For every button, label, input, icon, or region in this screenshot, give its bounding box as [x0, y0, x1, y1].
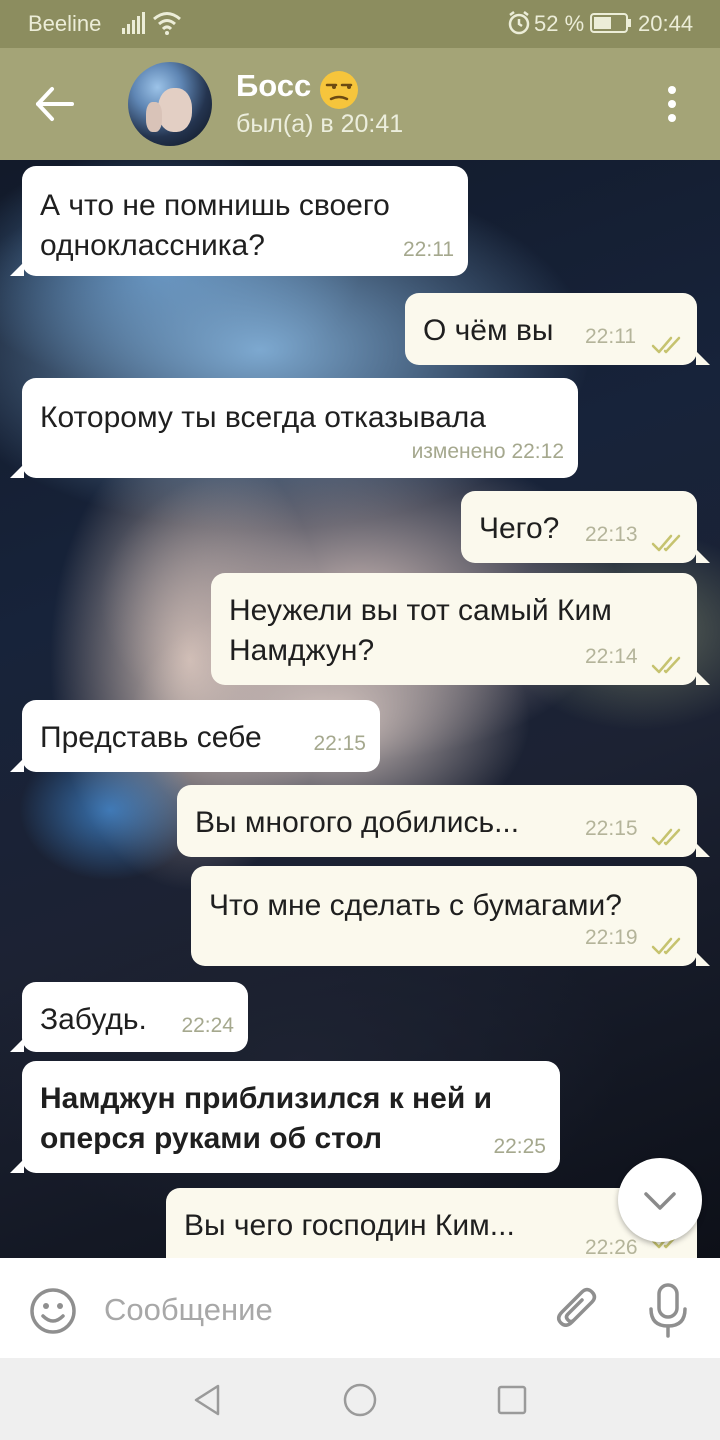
message-input[interactable]	[104, 1288, 524, 1332]
read-check-icon	[651, 937, 681, 955]
alarm-icon	[508, 11, 530, 35]
message-text: Что мне сделать с бумагами?	[209, 889, 622, 922]
bubble-tail	[696, 351, 710, 365]
nav-recent-icon[interactable]	[492, 1380, 532, 1420]
nav-home-icon[interactable]	[340, 1380, 380, 1420]
system-nav-bar	[0, 1358, 720, 1440]
bubble-tail	[696, 549, 710, 563]
nav-back-icon[interactable]	[188, 1380, 228, 1420]
message-text: Намджун приблизился к ней и оперся рукам…	[40, 1082, 493, 1155]
message-text: Представь себе	[40, 721, 262, 754]
unamused-face-emoji	[320, 71, 358, 109]
message-text: Вы чего господин Ким...	[184, 1209, 515, 1242]
message-bubble[interactable]: Чего? 22:13	[461, 491, 697, 563]
message-time: 22:15	[313, 732, 366, 755]
message-bubble[interactable]: Что мне сделать с бумагами? 22:19	[191, 866, 697, 966]
signal-icon	[122, 12, 145, 34]
message-time: 22:19	[585, 926, 638, 949]
bubble-tail	[10, 1159, 24, 1173]
message-time: 22:11	[403, 238, 454, 261]
bubble-tail	[10, 262, 24, 276]
smiley-icon[interactable]	[28, 1286, 78, 1336]
message-text: А что не помнишь своего одноклассника?	[40, 189, 390, 262]
back-arrow-icon[interactable]	[24, 76, 84, 132]
message-bubble[interactable]: Забудь. 22:24	[22, 982, 248, 1052]
read-check-icon	[651, 534, 681, 552]
avatar[interactable]	[128, 62, 212, 146]
message-time: 22:15	[585, 817, 638, 840]
more-vert-icon[interactable]	[654, 82, 690, 126]
message-bubble[interactable]: А что не помнишь своего одноклассника? 2…	[22, 166, 468, 276]
bubble-tail	[10, 464, 24, 478]
message-bubble[interactable]: Вы многого добились... 22:15	[177, 785, 697, 857]
message-time: изменено 22:12	[411, 440, 564, 463]
message-text: Чего?	[479, 512, 560, 545]
read-check-icon	[651, 828, 681, 846]
message-bubble[interactable]: Представь себе 22:15	[22, 700, 380, 772]
status-bar: Beeline 52 % 20:44	[0, 0, 720, 48]
avatar-hand	[146, 102, 162, 132]
status-clock: 20:44	[638, 11, 694, 36]
bubble-tail	[696, 952, 710, 966]
message-time: 22:25	[493, 1135, 546, 1158]
battery-icon	[590, 13, 631, 33]
avatar-face	[158, 88, 192, 132]
message-time: 22:13	[585, 523, 638, 546]
bubble-tail	[10, 1038, 24, 1052]
message-text: Забудь.	[40, 1003, 147, 1036]
message-composer	[0, 1258, 720, 1358]
message-bubble[interactable]: Намджун приблизился к ней и оперся рукам…	[22, 1061, 560, 1173]
battery-percentage: 52 %	[534, 11, 585, 36]
read-check-icon	[651, 656, 681, 674]
chat-header: Босс был(а) в 20:41	[0, 48, 720, 160]
chevron-down-icon	[644, 1192, 676, 1210]
carrier-label: Beeline	[28, 11, 102, 36]
read-check-icon	[651, 336, 681, 354]
message-time: 22:14	[585, 645, 638, 668]
bubble-tail	[696, 843, 710, 857]
scroll-to-bottom-button[interactable]	[618, 1158, 702, 1242]
wifi-icon	[153, 12, 181, 35]
message-bubble[interactable]: Которому ты всегда отказывала изменено 2…	[22, 378, 578, 478]
message-bubble[interactable]: Неужели вы тот самый Ким Намджун? 22:14	[211, 573, 697, 685]
message-text: О чём вы	[423, 314, 554, 347]
message-text: Неужели вы тот самый Ким Намджун?	[229, 594, 612, 667]
message-bubble[interactable]: О чём вы 22:11	[405, 293, 697, 365]
chat-area[interactable]: А что не помнишь своего одноклассника? 2…	[0, 160, 720, 1258]
paperclip-icon[interactable]	[552, 1284, 600, 1338]
last-seen-status: был(а) в 20:41	[236, 110, 404, 138]
bubble-tail	[10, 758, 24, 772]
message-text: Вы многого добились...	[195, 806, 520, 839]
message-time: 22:11	[585, 325, 636, 348]
bubble-tail	[696, 671, 710, 685]
contact-name[interactable]: Босс	[236, 68, 311, 104]
microphone-icon[interactable]	[646, 1282, 690, 1340]
message-time: 22:24	[181, 1014, 234, 1037]
